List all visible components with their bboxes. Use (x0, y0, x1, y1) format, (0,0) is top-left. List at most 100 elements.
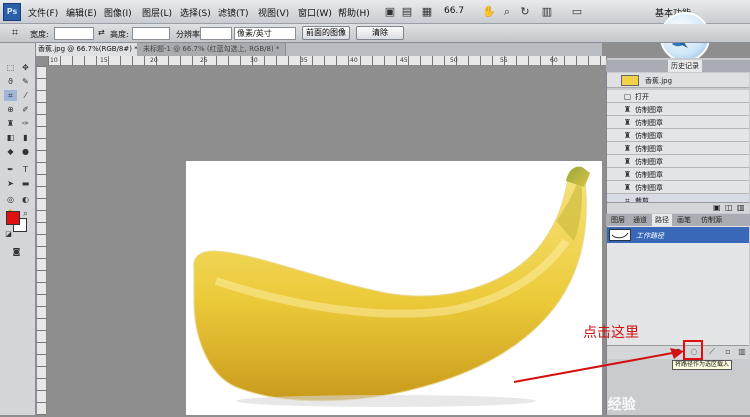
rotate-view-icon[interactable]: ↻ (518, 5, 532, 19)
history-item[interactable]: ♜ 仿制图章 (607, 142, 749, 155)
default-colors-icon[interactable]: ◪ (2, 229, 15, 240)
tab-history[interactable]: 历史记录 (668, 60, 702, 72)
ruler-tick-label: 15 (100, 57, 108, 64)
mini-bridge-icon[interactable]: ▤ (400, 5, 414, 19)
hand-icon[interactable]: ✋ (482, 5, 496, 19)
clear-button[interactable]: 清除 (356, 26, 404, 40)
menu-layer[interactable]: 图层(L) (142, 6, 172, 19)
clone-stamp-icon: ♜ (623, 118, 632, 127)
pen-tool-icon[interactable]: ✒ (4, 164, 17, 175)
blur-tool-icon[interactable]: ◆ (4, 146, 17, 157)
history-item[interactable]: ♜ 仿制图章 (607, 103, 749, 116)
clone-stamp-icon: ♜ (623, 183, 632, 192)
tab-untitled-1[interactable]: 未标题-1 @ 66.7% (红蓝勾选上, RGB/8) * (137, 43, 287, 56)
tab-banana-jpg[interactable]: 香蕉.jpg @ 66.7%(RGB/8#) * (32, 43, 145, 56)
ruler-tick-label: 60 (550, 57, 558, 64)
history-item[interactable]: ♜ 仿制图章 (607, 168, 749, 181)
new-snapshot-icon[interactable]: ◫ (725, 203, 733, 212)
ruler-tick-label: 40 (350, 57, 358, 64)
history-item[interactable]: ♜ 仿制图章 (607, 181, 749, 194)
menu-file[interactable]: 文件(F) (28, 6, 58, 19)
eyedropper-tool-icon[interactable]: ⁄ (19, 90, 32, 101)
height-label: 高度: (110, 30, 129, 39)
horizontal-ruler (48, 56, 606, 66)
clone-stamp-icon: ♜ (623, 157, 632, 166)
document-tabs: 香蕉.jpg @ 66.7%(RGB/8#) * 未标题-1 @ 66.7% (… (32, 43, 602, 56)
clone-stamp-icon: ♜ (623, 105, 632, 114)
healing-brush-tool-icon[interactable]: ⊕ (4, 104, 17, 115)
ruler-tick-label: 55 (500, 57, 508, 64)
3d-orbit-tool-icon[interactable]: ◐ (19, 194, 32, 205)
menu-help[interactable]: 帮助(H) (338, 6, 370, 19)
swap-icon[interactable]: ⇄ (98, 28, 105, 37)
tab-channels[interactable]: 通道 (630, 214, 650, 226)
quick-mask-icon[interactable]: ◙ (10, 246, 23, 257)
front-image-button[interactable]: 前面的图像 (302, 26, 350, 40)
eraser-tool-icon[interactable]: ◧ (4, 132, 17, 143)
view-extras-icon[interactable]: ▦ (420, 5, 434, 19)
work-path-name: 工作路径 (636, 232, 664, 240)
lasso-tool-icon[interactable]: ϑ (4, 76, 17, 87)
clone-stamp-icon: ♜ (623, 131, 632, 140)
snapshot-name: 香蕉.jpg (645, 77, 673, 85)
paths-panel-tabs: 图层 通道 路径 画笔 仿制源 (606, 214, 750, 226)
history-snapshot[interactable]: 香蕉.jpg (607, 73, 749, 88)
crop-tool-preset-icon[interactable]: ⌗ (8, 26, 22, 40)
menu-window[interactable]: 窗口(W) (298, 6, 332, 19)
foreground-color-front[interactable] (6, 211, 20, 225)
menu-edit[interactable]: 编辑(E) (66, 6, 97, 19)
menu-view[interactable]: 视图(V) (258, 6, 289, 19)
ruler-tick-label: 45 (400, 57, 408, 64)
resolution-field[interactable] (200, 27, 232, 40)
history-item[interactable]: ▢ 打开 (607, 90, 749, 103)
make-work-path-icon[interactable]: ⟋ (706, 346, 718, 358)
bridge-icon[interactable]: ▣ (383, 5, 397, 19)
delete-path-icon[interactable]: ▥ (736, 346, 748, 358)
history-item[interactable]: ♜ 仿制图章 (607, 155, 749, 168)
annotation-text: 点击这里 (583, 325, 639, 341)
ruler-tick-label: 20 (150, 57, 158, 64)
annotation-arrow (513, 348, 684, 383)
work-path-thumbnail (609, 229, 631, 241)
tab-clone-source[interactable]: 仿制源 (698, 214, 725, 226)
height-field[interactable] (132, 27, 170, 40)
ruler-tick-label: 25 (200, 57, 208, 64)
vertical-ruler (37, 66, 47, 415)
dodge-tool-icon[interactable]: ● (19, 146, 32, 157)
menu-select[interactable]: 选择(S) (180, 6, 211, 19)
snapshot-thumbnail (621, 75, 639, 86)
tab-brushes[interactable]: 画笔 (674, 214, 694, 226)
3d-rotate-tool-icon[interactable]: ◎ (4, 194, 17, 205)
screen-mode-icon[interactable]: ▭ (570, 5, 584, 19)
menu-image[interactable]: 图像(I) (104, 6, 132, 19)
new-document-from-state-icon[interactable]: ▣ (713, 203, 721, 212)
ruler-tick-label: 30 (250, 57, 258, 64)
resolution-units-select[interactable]: 像素/英寸 (234, 27, 296, 40)
shape-tool-icon[interactable]: ▬ (19, 178, 32, 189)
watermark: Bai 经验 (578, 397, 636, 413)
quick-select-tool-icon[interactable]: ✎ (19, 76, 32, 87)
marquee-tool-icon[interactable]: ⬚ (4, 62, 17, 73)
history-item[interactable]: ♜ 仿制图章 (607, 129, 749, 142)
zoom-icon[interactable]: ⌕ (500, 5, 514, 19)
width-field[interactable] (54, 27, 94, 40)
tab-paths[interactable]: 路径 (652, 214, 672, 226)
new-path-icon[interactable]: ▫ (722, 346, 734, 358)
history-footer: ▣ ◫ ▥ (607, 202, 749, 213)
trash-icon[interactable]: ▥ (737, 203, 745, 212)
history-item[interactable]: ♜ 仿制图章 (607, 116, 749, 129)
open-icon: ▢ (623, 92, 632, 101)
tab-layers[interactable]: 图层 (608, 214, 628, 226)
ruler-tick-label: 10 (50, 57, 58, 64)
gradient-tool-icon[interactable]: ▮ (19, 132, 32, 143)
crop-tool-icon[interactable]: ⌗ (4, 90, 17, 101)
brush-tool-icon[interactable]: ✐ (19, 104, 32, 115)
path-selection-tool-icon[interactable]: ➤ (4, 178, 17, 189)
move-tool-icon[interactable]: ✥ (19, 62, 32, 73)
arrange-documents-icon[interactable]: ▥ (540, 5, 554, 19)
zoom-level[interactable]: 66.7 (444, 6, 464, 16)
history-brush-tool-icon[interactable]: ✑ (19, 118, 32, 129)
clone-stamp-tool-icon[interactable]: ♜ (4, 118, 17, 129)
type-tool-icon[interactable]: T (19, 164, 32, 175)
menu-filter[interactable]: 滤镜(T) (218, 6, 249, 19)
